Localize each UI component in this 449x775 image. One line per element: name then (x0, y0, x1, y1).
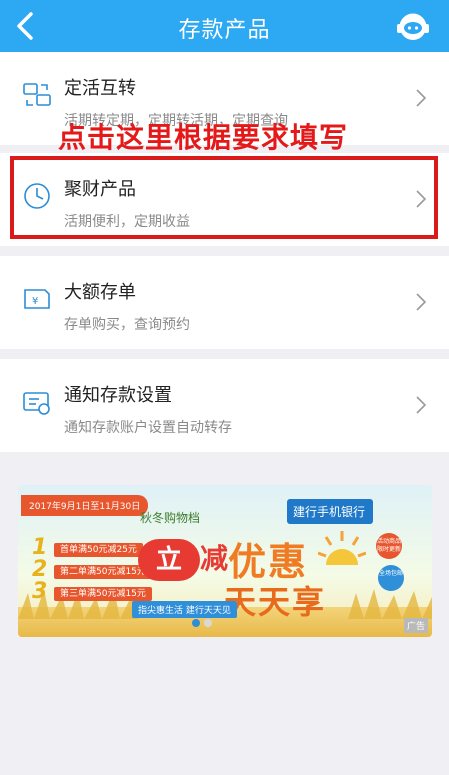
customer-service-icon[interactable] (393, 6, 433, 46)
chevron-right-icon (416, 293, 427, 311)
annotation-text: 点击这里根据要求填写 (58, 121, 349, 154)
list-item-large-cd[interactable]: ¥ 大额存单 存单购买，查询预约 (0, 256, 449, 349)
transfer-icon (23, 83, 51, 106)
banner-bank-name: 建行手机银行 (287, 499, 374, 524)
banner-tiantian-text: 天天享 (224, 583, 327, 621)
deposit-certificate-icon: ¥ (24, 289, 50, 309)
banner-jian-text: 减 (200, 542, 229, 575)
banner-date-range: 2017年9月1日至11月30日 (21, 495, 149, 516)
rule-number: 3 (32, 579, 48, 604)
rule-text: 第三单满50元减15元 (54, 587, 152, 601)
chevron-right-icon (416, 89, 427, 107)
top-bar: 存款产品 (0, 0, 449, 52)
chevron-right-icon (416, 396, 427, 414)
notice-deposit-icon (23, 392, 50, 415)
item-title: 大额存单 (64, 282, 136, 303)
banner-slogan: 指尖惠生活 建行天天见 (132, 601, 237, 618)
item-title: 定活互转 (64, 78, 136, 99)
rule-text: 第二单满50元减15元 (54, 565, 152, 579)
sun-icon (318, 531, 366, 565)
carousel-dot[interactable] (204, 619, 212, 627)
banner-li-badge: 立 (138, 539, 200, 581)
page-title: 存款产品 (178, 18, 271, 43)
banner-autumn-label: 秋冬购物档 (140, 511, 201, 525)
svg-text:¥: ¥ (32, 296, 38, 307)
banner-badge-circle: 全场包邮 (378, 565, 404, 591)
annotation-highlight-box (10, 156, 438, 239)
item-subtitle: 通知存款账户设置自动转存 (64, 420, 232, 436)
ad-label: 广告 (403, 618, 428, 633)
list-item-notice-deposit-settings[interactable]: 通知存款设置 通知存款账户设置自动转存 (0, 359, 449, 452)
rule-text: 首单满50元减25元 (54, 543, 143, 557)
item-subtitle: 存单购买，查询预约 (64, 317, 190, 333)
promo-banner[interactable]: 2017年9月1日至11月30日 秋冬购物档 建行手机银行 1 首单满50元减2… (18, 485, 432, 637)
item-title: 通知存款设置 (64, 385, 172, 406)
carousel-dot-active[interactable] (192, 619, 200, 627)
banner-badge-circle: 活动商品限时更新 (376, 533, 402, 559)
